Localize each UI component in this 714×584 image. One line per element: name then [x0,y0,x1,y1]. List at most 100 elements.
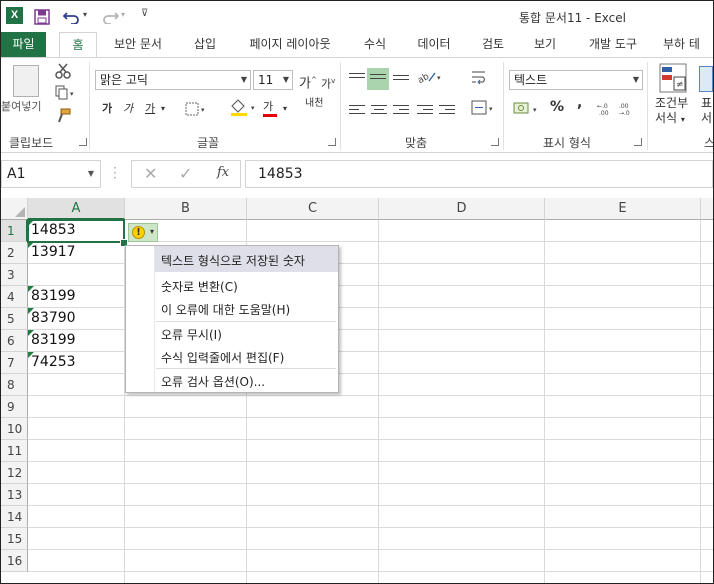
menu-item-ignore-error[interactable]: 오류 무시(I) [161,326,222,343]
align-middle-icon[interactable] [367,68,389,90]
active-cell-a1[interactable] [27,219,125,243]
font-launcher-icon[interactable] [328,138,336,146]
align-center-icon[interactable] [371,102,387,116]
tab-developer[interactable]: 개발 도구 [581,32,645,57]
select-all-corner[interactable] [1,198,28,220]
decrease-decimal-icon[interactable]: .00→.0 [619,100,637,116]
row-header[interactable]: 7 [1,352,28,374]
format-painter-icon[interactable] [55,108,71,124]
accounting-format-icon[interactable]: ▾ [513,100,543,116]
italic-button[interactable]: 가 [123,100,133,118]
increase-decimal-icon[interactable]: ←.0.00 [597,100,615,116]
font-color-button[interactable]: 가 [263,98,277,117]
column-header-c[interactable]: C [247,198,379,220]
cell-a2[interactable]: 13917 [28,242,125,263]
formula-bar-splitter-icon[interactable]: · · · [113,162,117,184]
row-header[interactable]: 1 [1,220,28,242]
tab-review[interactable]: 검토 [475,32,511,57]
cell-a4[interactable]: 83199 [28,286,125,307]
paste-icon[interactable] [13,65,39,97]
merge-center-icon[interactable]: ▾ [471,100,497,116]
phonetic-button[interactable]: 내천 [305,98,323,109]
menu-item-convert-to-number[interactable]: 숫자로 변환(C) [161,278,238,295]
tab-security-document[interactable]: 보안 문서 [105,32,171,57]
row-header[interactable]: 10 [1,418,28,440]
row-header[interactable]: 13 [1,484,28,506]
number-format-combo[interactable]: 텍스트 ▼ [509,70,643,90]
border-icon[interactable]: ▾ [185,102,209,116]
enter-icon[interactable]: ✓ [179,164,192,183]
row-header[interactable]: 11 [1,440,28,462]
align-top-icon[interactable] [349,70,365,84]
menu-item-help[interactable]: 이 오류에 대한 도움말(H) [161,301,290,318]
format-as-table-label[interactable]: 표서 [701,96,712,126]
column-header-e[interactable]: E [545,198,701,220]
font-color-dropdown-icon[interactable]: ▾ [283,100,287,118]
undo-dropdown-icon[interactable]: ▾ [83,10,87,19]
menu-item-edit-in-formula-bar[interactable]: 수식 입력줄에서 편집(F) [161,349,284,366]
error-checking-button[interactable]: ! ▾ [128,223,158,242]
row-header[interactable]: 2 [1,242,28,264]
tab-file[interactable]: 파일 [1,32,46,57]
cell-a5[interactable]: 83790 [28,308,125,329]
redo-dropdown-icon[interactable]: ▾ [121,10,125,19]
conditional-formatting-label[interactable]: 조건부 서식 ▾ [655,96,688,127]
cell-a6[interactable]: 83199 [28,330,125,351]
formula-input[interactable]: 14853 [245,160,713,188]
column-header-f[interactable] [701,198,713,220]
cancel-icon[interactable]: ✕ [144,164,157,183]
clipboard-launcher-icon[interactable] [79,138,87,146]
tab-formulas[interactable]: 수식 [357,32,393,57]
fill-color-icon[interactable]: ▾ [229,98,259,116]
orientation-icon[interactable]: ab ▾ [415,69,445,85]
tab-page-layout[interactable]: 페이지 레이아웃 [241,32,339,57]
format-as-table-icon[interactable] [699,66,713,92]
row-header[interactable]: 5 [1,308,28,330]
percent-style-button[interactable]: % [550,98,564,116]
menu-item-error-checking-options[interactable]: 오류 검사 옵션(O)... [161,373,265,390]
row-header[interactable]: 14 [1,506,28,528]
name-box[interactable]: A1 ▼ [1,160,101,188]
number-launcher-icon[interactable] [634,138,642,146]
tab-home[interactable]: 홈 [59,32,97,58]
copy-icon[interactable]: ▾ [55,85,77,101]
wrap-text-icon[interactable] [471,69,489,87]
column-header-d[interactable]: D [379,198,545,220]
cell-a7[interactable]: 74253 [28,352,125,373]
row-header[interactable]: 16 [1,550,28,572]
tab-data[interactable]: 데이터 [411,32,457,57]
font-size-combo[interactable]: 11 ▼ [253,70,293,90]
cut-icon[interactable] [55,63,71,79]
shrink-font-button[interactable]: 가v [321,72,335,94]
row-header[interactable]: 6 [1,330,28,352]
row-header[interactable]: 15 [1,528,28,550]
insert-function-icon[interactable]: fx [217,165,229,180]
tab-insert[interactable]: 삽입 [187,32,223,57]
redo-icon[interactable] [101,10,119,24]
align-right-icon[interactable] [393,102,409,116]
tab-view[interactable]: 보기 [527,32,563,57]
column-header-b[interactable]: B [125,198,247,220]
underline-dropdown-icon[interactable]: ▾ [161,100,165,118]
underline-button[interactable]: 가 [145,100,155,118]
increase-indent-icon[interactable] [439,102,455,116]
bold-button[interactable]: 가 [102,100,112,118]
row-header[interactable]: 12 [1,462,28,484]
grow-font-button[interactable]: 가^ [299,71,317,93]
tab-load-test[interactable]: 부하 테 [663,32,713,57]
align-left-icon[interactable] [349,102,365,116]
save-icon[interactable] [34,9,50,25]
row-header[interactable]: 8 [1,374,28,396]
comma-style-button[interactable]: , [577,94,582,112]
decrease-indent-icon[interactable] [417,102,433,116]
row-header[interactable]: 3 [1,264,28,286]
align-bottom-icon[interactable] [393,72,409,86]
row-header[interactable]: 9 [1,396,28,418]
font-name-combo[interactable]: 맑은 고딕 ▼ [95,70,251,90]
column-header-a[interactable]: A [28,198,125,220]
row-header[interactable]: 4 [1,286,28,308]
paste-button-label[interactable]: 붙여넣기 [1,98,41,116]
alignment-launcher-icon[interactable] [491,138,499,146]
conditional-formatting-icon[interactable]: ≠ [659,63,687,93]
customize-toolbar-icon[interactable]: ⊽ [141,8,148,19]
